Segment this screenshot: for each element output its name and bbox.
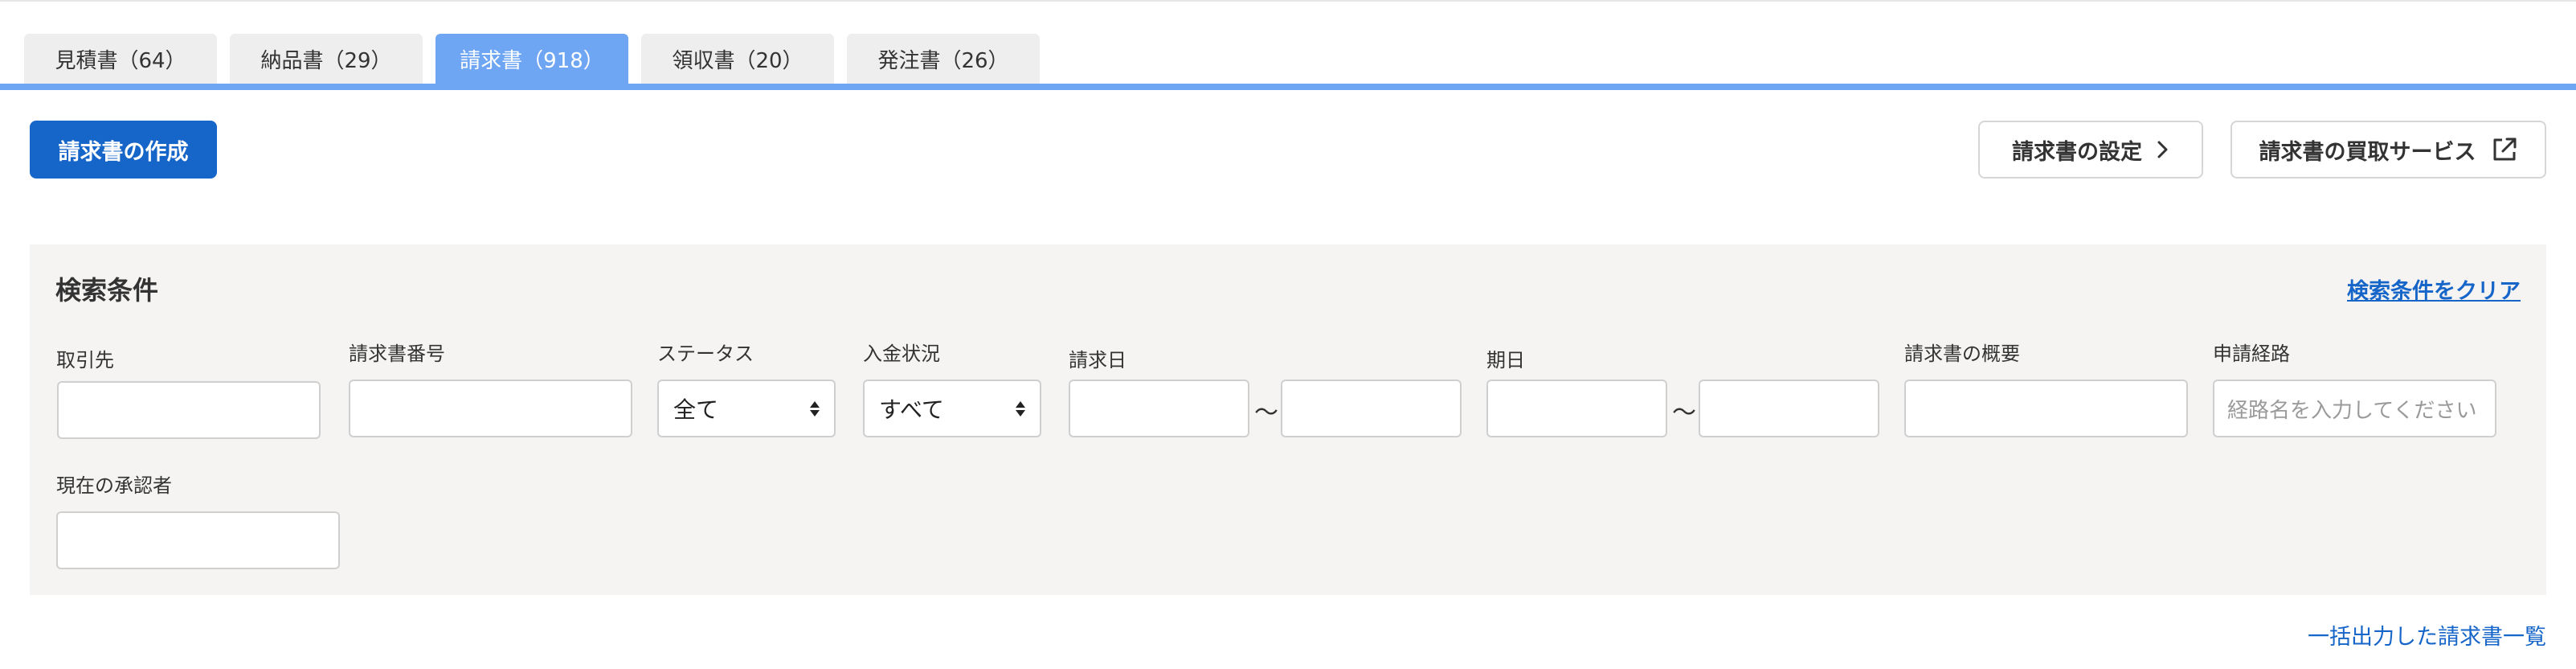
bulk-export-invoices-link[interactable]: 一括出力した請求書一覧 xyxy=(2308,619,2546,651)
payment-status-selected-value: すべて xyxy=(879,396,944,423)
search-conditions-panel: 検索条件 検索条件をクリア 取引先 請求書番号 ステータス 入金状況 請求日 期… xyxy=(30,244,2546,595)
create-invoice-button[interactable]: 請求書の作成 xyxy=(30,121,217,179)
status-select[interactable]: 全て xyxy=(657,380,836,437)
date-range-separator: 〜 xyxy=(1254,399,1278,427)
tab-label: 請求書（918） xyxy=(460,48,604,73)
invoice-factoring-label: 請求書の買取サービス xyxy=(2259,139,2476,165)
tab-label: 発注書（26） xyxy=(877,48,1009,73)
due-date-to-input[interactable] xyxy=(1699,380,1879,437)
due-date-from-input[interactable] xyxy=(1486,380,1667,437)
tab-invoices[interactable]: 請求書（918） xyxy=(435,34,628,84)
route-input[interactable]: 経路名を入力してください xyxy=(2213,380,2496,437)
create-invoice-label: 請求書の作成 xyxy=(58,139,189,165)
chevron-right-icon xyxy=(2157,140,2169,159)
select-arrows-icon xyxy=(1016,400,1025,417)
summary-input[interactable] xyxy=(1904,380,2188,437)
invoice-factoring-service-button[interactable]: 請求書の買取サービス xyxy=(2230,121,2546,179)
invoice-list-page: 見積書（64） 納品書（29） 請求書（918） 領収書（20） 発注書（26）… xyxy=(0,0,2576,669)
summary-label: 請求書の概要 xyxy=(1904,343,2020,365)
invoice-settings-button[interactable]: 請求書の設定 xyxy=(1978,121,2203,179)
tab-receipts[interactable]: 領収書（20） xyxy=(641,34,834,84)
document-type-tabs: 見積書（64） 納品書（29） 請求書（918） 領収書（20） 発注書（26） xyxy=(0,0,2576,90)
date-range-separator: 〜 xyxy=(1672,399,1696,427)
tab-purchase-orders[interactable]: 発注書（26） xyxy=(847,34,1040,84)
invoice-settings-label: 請求書の設定 xyxy=(2012,139,2142,165)
status-selected-value: 全て xyxy=(673,396,719,423)
client-input[interactable] xyxy=(57,381,321,439)
tab-delivery-notes[interactable]: 納品書（29） xyxy=(230,34,423,84)
tab-estimates[interactable]: 見積書（64） xyxy=(24,34,217,84)
payment-status-label: 入金状況 xyxy=(863,343,940,365)
tab-label: 領収書（20） xyxy=(672,48,803,73)
approver-input[interactable] xyxy=(56,511,340,569)
due-date-label: 期日 xyxy=(1486,349,1525,371)
tab-label: 見積書（64） xyxy=(55,48,186,73)
route-placeholder: 経路名を入力してください xyxy=(2227,398,2477,423)
invoice-date-from-input[interactable] xyxy=(1069,380,1249,437)
approver-label: 現在の承認者 xyxy=(56,474,172,497)
tab-underline xyxy=(0,84,2576,90)
external-link-icon xyxy=(2491,136,2518,163)
invoice-date-label: 請求日 xyxy=(1069,349,1126,371)
payment-status-select[interactable]: すべて xyxy=(863,380,1041,437)
status-label: ステータス xyxy=(657,343,754,365)
search-conditions-title: 検索条件 xyxy=(55,275,159,306)
clear-search-link[interactable]: 検索条件をクリア xyxy=(2347,273,2521,305)
invoice-number-input[interactable] xyxy=(349,380,632,437)
select-arrows-icon xyxy=(810,400,820,417)
tab-label: 納品書（29） xyxy=(260,48,392,73)
invoice-number-label: 請求書番号 xyxy=(349,343,445,365)
route-label: 申請経路 xyxy=(2213,343,2290,365)
invoice-date-to-input[interactable] xyxy=(1281,380,1462,437)
client-label: 取引先 xyxy=(56,349,114,371)
